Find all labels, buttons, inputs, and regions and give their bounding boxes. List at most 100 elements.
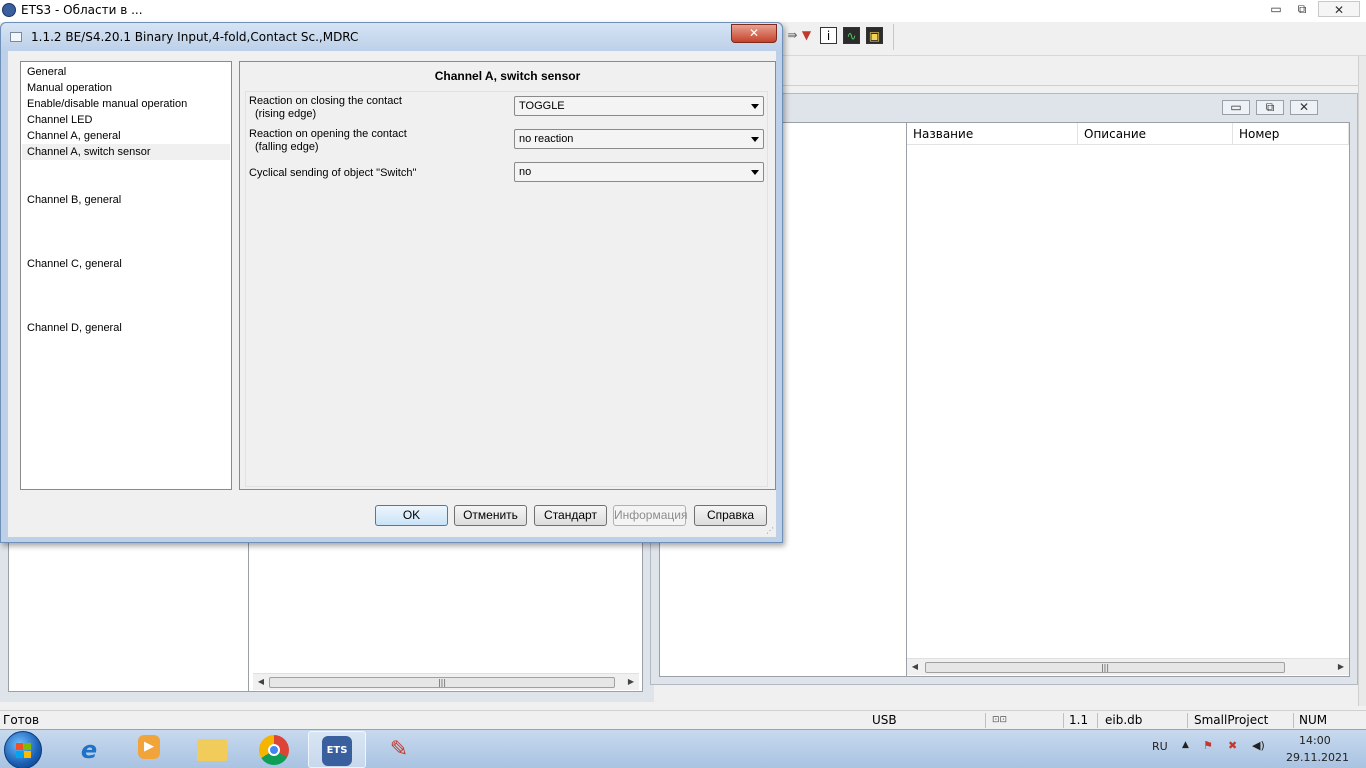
chevron-down-icon: [751, 170, 759, 175]
parameter-page-list: General Manual operation Enable/disable …: [20, 61, 232, 490]
close-button[interactable]: ✕: [1318, 1, 1360, 17]
clock-time[interactable]: 14:00: [1299, 734, 1331, 747]
scroll-left-icon[interactable]: ◀: [909, 661, 921, 673]
bus-monitor-icon[interactable]: ∿: [843, 27, 860, 44]
param-label-closing: Reaction on closing the contact (rising …: [249, 95, 402, 121]
ets3-icon: ETS: [322, 736, 352, 766]
parameters-dialog: 1.1.2 BE/S4.20.1 Binary Input,4-fold,Con…: [0, 22, 783, 543]
default-button[interactable]: Стандарт: [534, 505, 607, 526]
main-vertical-scrollbar[interactable]: [1358, 56, 1366, 706]
column-header-number[interactable]: Номер: [1233, 123, 1349, 145]
opening-reaction-value: no reaction: [519, 133, 574, 145]
dialog-title: 1.1.2 BE/S4.20.1 Binary Input,4-fold,Con…: [31, 30, 359, 44]
cyclical-sending-select[interactable]: no: [514, 162, 764, 182]
ok-button[interactable]: OK: [375, 505, 448, 526]
start-button[interactable]: [4, 731, 42, 768]
dialog-close-button[interactable]: ✕: [731, 24, 777, 43]
column-header-description[interactable]: Описание: [1078, 123, 1233, 145]
info-device-icon[interactable]: i: [820, 27, 837, 44]
mdi-list-pane: Название Описание Номер ◀ ||| ▶: [906, 122, 1350, 677]
dialog-titlebar[interactable]: 1.1.2 BE/S4.20.1 Binary Input,4-fold,Con…: [1, 23, 782, 51]
param-label-opening: Reaction on opening the contact (falling…: [249, 128, 407, 154]
scroll-thumb[interactable]: |||: [269, 677, 615, 688]
middle-hscrollbar[interactable]: ◀ ||| ▶: [253, 673, 639, 690]
network-error-icon[interactable]: ✖: [1228, 739, 1237, 752]
minimize-button[interactable]: ▭: [1262, 1, 1290, 17]
param-label-cyclical: Cyclical sending of object "Switch": [249, 167, 416, 180]
param-label-cyclical-text: Cyclical sending of object "Switch": [249, 167, 417, 179]
download-device-icon[interactable]: ▼: [798, 27, 815, 44]
scroll-right-icon[interactable]: ▶: [1335, 661, 1347, 673]
status-text: Готов: [3, 713, 40, 727]
tray-expand-icon[interactable]: ▲: [1182, 740, 1189, 750]
chevron-down-icon: [751, 137, 759, 142]
nav-item-general[interactable]: General: [22, 64, 230, 80]
ie-icon: e: [80, 736, 98, 764]
status-database: eib.db: [1105, 713, 1143, 727]
mdi-close-button[interactable]: ✕: [1290, 100, 1318, 115]
resize-grip-icon[interactable]: ⋰: [766, 526, 774, 535]
taskbar-paint[interactable]: ✎: [370, 731, 428, 768]
nav-item-channel-c-general[interactable]: Channel C, general: [22, 256, 230, 272]
middle-list-pane: ◀ ||| ▶: [248, 540, 643, 692]
param-label-closing-text: Reaction on closing the contact: [249, 95, 402, 107]
main-window-title: ETS3 - Области в ...: [21, 3, 143, 17]
opening-reaction-select[interactable]: no reaction: [514, 129, 764, 149]
clock-date[interactable]: 29.11.2021: [1286, 751, 1349, 764]
status-bar: Готов USB ⊡⊡ 1.1 eib.db SmallProject NUM: [0, 710, 1366, 729]
ets-app-icon: [2, 3, 16, 17]
param-sublabel-closing: (rising edge): [255, 108, 317, 120]
status-interface: USB: [872, 713, 897, 727]
connection-icon: ⊡⊡: [992, 715, 1008, 725]
media-player-icon: ▶: [138, 735, 160, 759]
closing-reaction-select[interactable]: TOGGLE: [514, 96, 764, 116]
nav-item-manual-operation[interactable]: Manual operation: [22, 80, 230, 96]
help-button[interactable]: Справка: [694, 505, 767, 526]
taskbar-internet-explorer[interactable]: e: [60, 731, 118, 768]
paint-icon: ✎: [389, 737, 409, 762]
dialog-body: General Manual operation Enable/disable …: [8, 51, 776, 537]
nav-item-channel-led[interactable]: Channel LED: [22, 112, 230, 128]
windows-flag-icon: [16, 743, 31, 758]
taskbar: e ▶ ETS ✎ RU ▲ ⚑ ✖ ◀) 14:00 29.11.2021: [0, 729, 1366, 768]
taskbar-explorer[interactable]: [183, 731, 241, 768]
scroll-left-icon[interactable]: ◀: [255, 676, 267, 688]
column-header-name[interactable]: Название: [907, 123, 1078, 145]
folder-icon: [197, 739, 227, 761]
taskbar-media-player[interactable]: ▶: [120, 731, 178, 768]
chrome-icon: [259, 735, 289, 765]
main-titlebar: ETS3 - Области в ... ▭ ⧉ ✕: [0, 0, 1366, 22]
nav-item-channel-a-general[interactable]: Channel A, general: [22, 128, 230, 144]
restore-button[interactable]: ⧉: [1288, 1, 1316, 17]
closing-reaction-value: TOGGLE: [519, 100, 565, 112]
parameter-panel: Channel A, switch sensor Reaction on clo…: [239, 61, 776, 490]
language-indicator[interactable]: RU: [1152, 740, 1168, 753]
taskbar-chrome[interactable]: [245, 731, 303, 768]
dialog-window-icon: [10, 32, 22, 42]
nav-item-channel-b-general[interactable]: Channel B, general: [22, 192, 230, 208]
scroll-thumb[interactable]: |||: [925, 662, 1285, 673]
mdi-minimize-button[interactable]: ▭: [1222, 100, 1250, 115]
group-monitor-icon[interactable]: ▣: [866, 27, 883, 44]
flag-warning-icon[interactable]: ⚑: [1203, 739, 1213, 752]
status-address: 1.1: [1069, 713, 1089, 727]
left-tree-pane: [8, 540, 251, 692]
panel-title: Channel A, switch sensor: [434, 69, 581, 83]
taskbar-ets3[interactable]: ETS: [308, 731, 366, 768]
status-num: NUM: [1299, 713, 1328, 727]
param-sublabel-opening: (falling edge): [255, 141, 319, 153]
scroll-right-icon[interactable]: ▶: [625, 676, 637, 688]
list-hscrollbar[interactable]: ◀ ||| ▶: [907, 658, 1349, 675]
toolbar-separator: [893, 24, 894, 50]
cancel-button[interactable]: Отменить: [454, 505, 527, 526]
parameter-area: Reaction on closing the contact (rising …: [245, 91, 768, 487]
mdi-restore-button[interactable]: ⧉: [1256, 100, 1284, 115]
status-project: SmallProject: [1194, 713, 1269, 727]
nav-item-channel-d-general[interactable]: Channel D, general: [22, 320, 230, 336]
cyclical-sending-value: no: [519, 166, 532, 178]
volume-icon[interactable]: ◀): [1252, 739, 1265, 752]
nav-item-enable-manual-operation[interactable]: Enable/disable manual operation: [22, 96, 230, 112]
nav-item-channel-a-switch-sensor[interactable]: Channel A, switch sensor: [22, 144, 230, 160]
chevron-down-icon: [751, 104, 759, 109]
info-button: Информация: [613, 505, 687, 526]
